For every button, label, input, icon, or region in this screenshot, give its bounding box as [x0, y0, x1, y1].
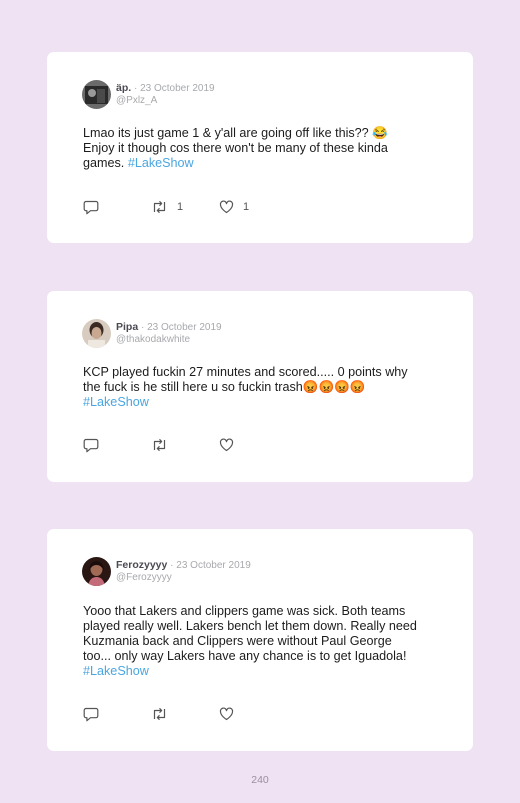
hashtag-link[interactable]: #LakeShow — [83, 664, 149, 678]
user-name[interactable]: Ferozyyyy — [116, 559, 167, 571]
reply-button[interactable] — [83, 200, 151, 215]
user-handle[interactable]: @thakodakwhite — [116, 334, 222, 346]
tweet-text: Yooo that Lakers and clippers game was s… — [83, 604, 443, 679]
reply-icon — [83, 438, 99, 452]
user-name[interactable]: Pipa — [116, 321, 138, 333]
user-name[interactable]: äp. — [116, 82, 131, 94]
retweet-icon — [153, 707, 166, 721]
retweet-count: 1 — [177, 201, 184, 213]
tweet-header: Ferozyyyy · 23 October 2019 @Ferozyyyy — [82, 557, 251, 586]
hashtag-link[interactable]: #LakeShow — [83, 395, 149, 409]
separator-dot: · — [133, 83, 138, 94]
page-number: 240 — [251, 774, 269, 786]
tweet-header: Pipa · 23 October 2019 @thakodakwhite — [82, 319, 222, 348]
retweet-button[interactable] — [151, 707, 219, 721]
retweet-icon — [153, 438, 166, 452]
like-count: 1 — [243, 201, 250, 213]
avatar[interactable] — [82, 80, 111, 109]
tweet-actions: 1 1 — [83, 199, 279, 215]
avatar[interactable] — [82, 557, 111, 586]
reply-button[interactable] — [83, 438, 151, 453]
like-icon — [219, 200, 234, 214]
retweet-icon — [153, 200, 166, 214]
tweet-date[interactable]: 23 October 2019 — [140, 83, 215, 94]
tweet-header: äp. · 23 October 2019 @Pxlz_A — [82, 80, 215, 109]
like-button[interactable]: 1 — [219, 200, 279, 214]
tweet-actions — [83, 437, 279, 453]
like-icon — [219, 707, 234, 721]
retweet-button[interactable]: 1 — [151, 200, 219, 214]
hashtag-link[interactable]: #LakeShow — [128, 156, 194, 170]
reply-button[interactable] — [83, 707, 151, 722]
separator-dot: · — [170, 560, 174, 571]
tweet-card: Pipa · 23 October 2019 @thakodakwhite KC… — [47, 291, 473, 482]
separator-dot: · — [140, 322, 145, 333]
user-handle[interactable]: @Pxlz_A — [116, 95, 215, 107]
reply-icon — [83, 200, 99, 214]
like-button[interactable] — [219, 438, 279, 452]
retweet-button[interactable] — [151, 438, 219, 452]
reply-icon — [83, 707, 99, 721]
like-button[interactable] — [219, 707, 279, 721]
tweet-body: KCP played fuckin 27 minutes and scored.… — [83, 365, 408, 394]
tweet-actions — [83, 706, 279, 722]
user-handle[interactable]: @Ferozyyyy — [116, 572, 251, 584]
avatar[interactable] — [82, 319, 111, 348]
tweet-text: Lmao its just game 1 & y'all are going o… — [83, 126, 443, 171]
tweet-card: äp. · 23 October 2019 @Pxlz_A Lmao its j… — [47, 52, 473, 243]
tweet-date[interactable]: 23 October 2019 — [176, 560, 251, 571]
like-icon — [219, 438, 234, 452]
tweet-text: KCP played fuckin 27 minutes and scored.… — [83, 365, 443, 410]
tweet-date[interactable]: 23 October 2019 — [147, 322, 222, 333]
tweet-body: Yooo that Lakers and clippers game was s… — [83, 604, 417, 663]
tweet-card: Ferozyyyy · 23 October 2019 @Ferozyyyy Y… — [47, 529, 473, 751]
